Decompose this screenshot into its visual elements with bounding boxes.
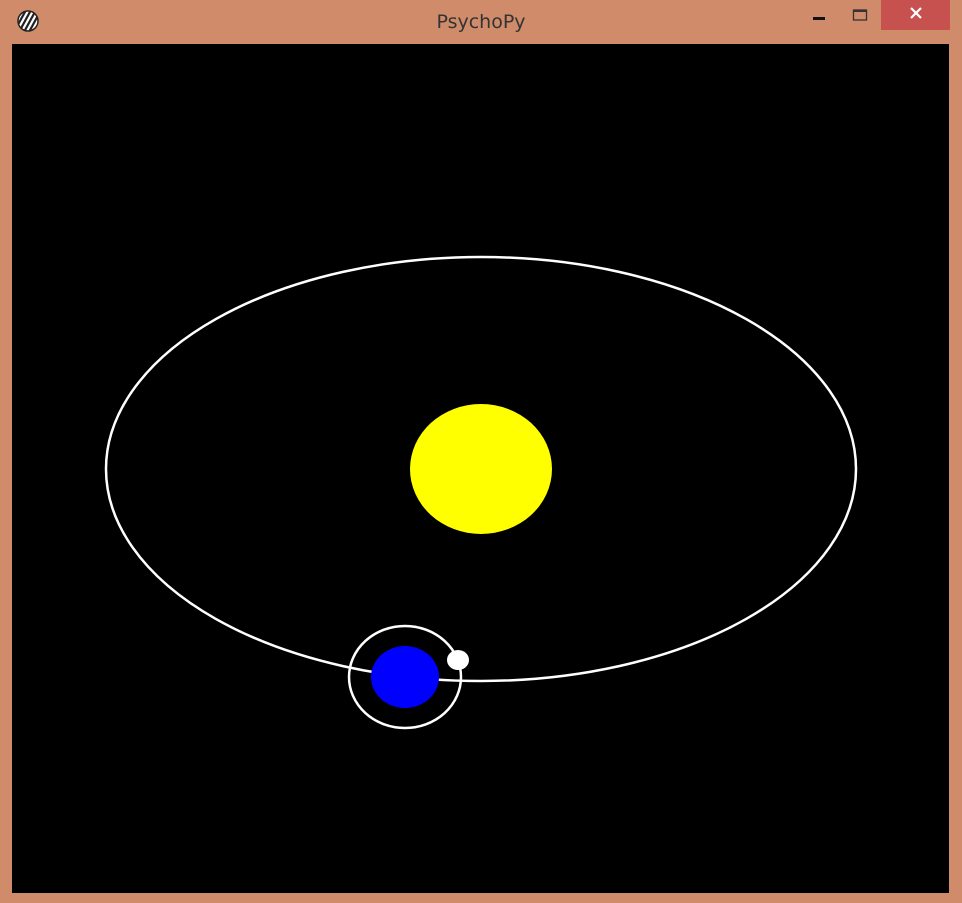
- close-icon: [908, 5, 924, 25]
- maximize-button[interactable]: [840, 2, 880, 30]
- maximize-icon: [852, 7, 868, 26]
- sun: [410, 404, 552, 534]
- moon: [447, 650, 469, 670]
- psychopy-window: PsychoPy: [0, 0, 962, 903]
- close-button[interactable]: [881, 0, 950, 30]
- stimulus-canvas[interactable]: [12, 44, 949, 893]
- solar-system-scene: [104, 255, 858, 730]
- minimize-icon: [812, 7, 826, 26]
- earth-planet: [371, 646, 439, 708]
- minimize-button[interactable]: [800, 2, 838, 30]
- title-bar[interactable]: PsychoPy: [0, 0, 962, 44]
